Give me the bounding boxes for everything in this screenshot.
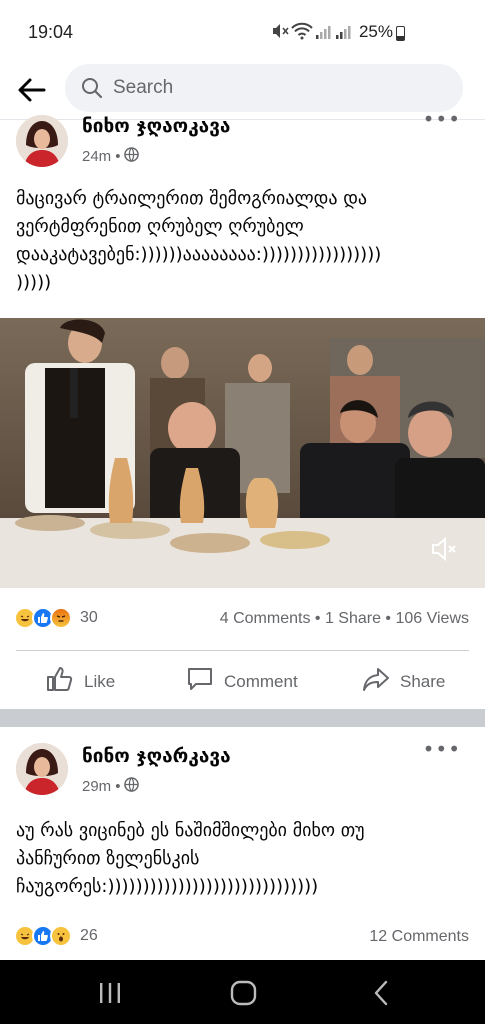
search-placeholder: Search	[113, 77, 174, 98]
back-icon[interactable]	[372, 980, 390, 1010]
post-meta: 29m •	[82, 777, 140, 796]
reactions-summary[interactable]: 26	[14, 925, 98, 947]
reaction-count: 30	[80, 609, 98, 626]
share-button[interactable]: Share	[362, 666, 445, 697]
signal-icon-1	[315, 24, 331, 44]
action-bar: Like Comment Share	[0, 660, 485, 704]
wow-reaction-icon	[50, 925, 72, 947]
like-button[interactable]: Like	[46, 666, 115, 697]
wifi-icon	[291, 22, 313, 44]
comment-label: Comment	[224, 671, 298, 691]
post-video[interactable]	[0, 318, 485, 588]
post-text-line: მაცივარ ტრაილერით შემოგრიალდა და	[16, 188, 368, 209]
divider	[16, 650, 469, 651]
post-stats[interactable]: 12 Comments	[369, 928, 469, 946]
video-frame	[0, 318, 485, 588]
battery-icon	[396, 26, 405, 41]
thumbs-up-icon	[46, 666, 74, 697]
post-text-line: აუ რას ვიცინებ ეს ნაშიმშილები მიხო თუ	[16, 820, 365, 841]
post-text-line: ვერტმფრენით ღრუბელ ღრუბელ	[16, 216, 304, 237]
post-text-line: ჩაუგორეს:))))))))))))))))))))))))))))))	[16, 876, 319, 897]
post-text-line: დააკატავებენ:))))))აააააააა:))))))))))))…	[16, 244, 382, 265]
author-avatar[interactable]	[16, 115, 68, 167]
reactions-summary[interactable]: 30	[14, 607, 98, 629]
post-text: მაცივარ ტრაილერით შემოგრიალდა და ვერტმფრ…	[16, 185, 381, 297]
recent-apps-icon[interactable]	[98, 982, 122, 1008]
home-icon[interactable]	[230, 980, 258, 1010]
like-label: Like	[84, 671, 116, 691]
back-arrow-icon[interactable]	[16, 74, 48, 106]
system-nav-bar	[0, 960, 485, 1024]
search-icon	[81, 77, 103, 103]
status-bar: 19:04 25%	[0, 0, 485, 62]
signal-icon-2	[335, 24, 351, 44]
post-time[interactable]: 24m	[82, 148, 111, 165]
search-bar[interactable]: Search	[65, 64, 463, 112]
post-text: აუ რას ვიცინებ ეს ნაშიმშილები მიხო თუ პა…	[16, 817, 365, 901]
post-stats[interactable]: 4 Comments • 1 Share • 106 Views	[220, 610, 469, 628]
post-separator	[0, 709, 485, 727]
battery-text: 25%	[358, 22, 393, 41]
status-time: 19:04	[28, 22, 74, 42]
more-options-icon[interactable]: •••	[423, 107, 461, 131]
mute-icon[interactable]	[429, 534, 459, 568]
angry-reaction-icon	[50, 607, 72, 629]
post-time[interactable]: 29m	[82, 778, 111, 795]
share-label: Share	[400, 671, 446, 691]
globe-icon	[124, 777, 140, 796]
author-avatar[interactable]	[16, 743, 68, 795]
reaction-count: 26	[80, 927, 98, 944]
globe-icon	[124, 147, 140, 166]
comment-bubble-icon	[186, 666, 214, 697]
post-text-line: )))))	[16, 272, 52, 293]
more-options-icon[interactable]: •••	[423, 737, 461, 761]
post-author[interactable]: ნიხო ჯღაოკავა	[82, 115, 230, 137]
share-arrow-icon	[362, 666, 390, 697]
comment-button[interactable]: Comment	[186, 666, 298, 697]
post-meta: 24m •	[82, 147, 140, 166]
top-bar: Search	[0, 62, 485, 120]
post-author[interactable]: ნინო ჯღარკავა	[82, 745, 231, 767]
post-text-line: პანჩურით ზელენსკის	[16, 848, 200, 869]
mute-status-icon	[271, 22, 289, 44]
